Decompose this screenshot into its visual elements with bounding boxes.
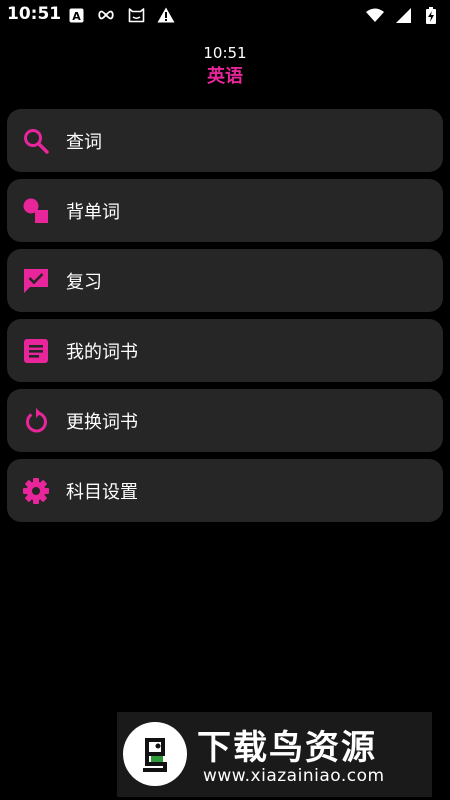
page-title: 英语 <box>207 66 243 87</box>
menu-item-lookup[interactable]: 查词 <box>7 109 443 172</box>
cat-icon <box>127 6 145 24</box>
menu-item-review[interactable]: 复习 <box>7 249 443 312</box>
status-icons-left: A <box>67 6 175 24</box>
wifi-icon <box>366 6 384 24</box>
status-bar: 10:51 A <box>0 0 450 32</box>
menu-item-subject-settings[interactable]: 科目设置 <box>7 459 443 522</box>
menu-item-label: 更换词书 <box>66 411 138 433</box>
menu-item-label: 复习 <box>66 271 102 293</box>
watermark-banner: 下载鸟资源 www.xiazainiao.com <box>117 712 432 797</box>
menu-item-label: 科目设置 <box>66 481 138 503</box>
checked-chat-icon <box>22 267 50 295</box>
menu-item-memorize[interactable]: 背单词 <box>7 179 443 242</box>
search-icon <box>22 127 50 155</box>
watermark-title: 下载鸟资源 <box>197 728 377 768</box>
menu-item-label: 背单词 <box>66 201 120 223</box>
note-icon <box>22 337 50 365</box>
header: 10:51 英语 <box>0 44 450 90</box>
shapes-icon <box>22 197 50 225</box>
signal-icon <box>394 6 412 24</box>
status-time: 10:51 <box>7 4 62 24</box>
menu-item-change-book[interactable]: 更换词书 <box>7 389 443 452</box>
infinity-icon <box>97 6 115 24</box>
bird-logo-icon <box>123 722 187 786</box>
gear-icon <box>22 477 50 505</box>
svg-text:A: A <box>72 10 81 23</box>
menu-item-my-books[interactable]: 我的词书 <box>7 319 443 382</box>
a-notification-icon: A <box>67 6 85 24</box>
menu-item-label: 我的词书 <box>66 341 138 363</box>
warning-icon <box>157 6 175 24</box>
watermark-url: www.xiazainiao.com <box>203 766 385 786</box>
status-icons-right <box>366 6 440 24</box>
menu-item-label: 查词 <box>66 131 102 153</box>
header-time: 10:51 <box>203 44 247 62</box>
refresh-icon <box>22 407 50 435</box>
battery-charging-icon <box>422 6 440 24</box>
menu-list: 查词 背单词 复习 我的词书 更换词书 科目设置 <box>7 109 443 529</box>
